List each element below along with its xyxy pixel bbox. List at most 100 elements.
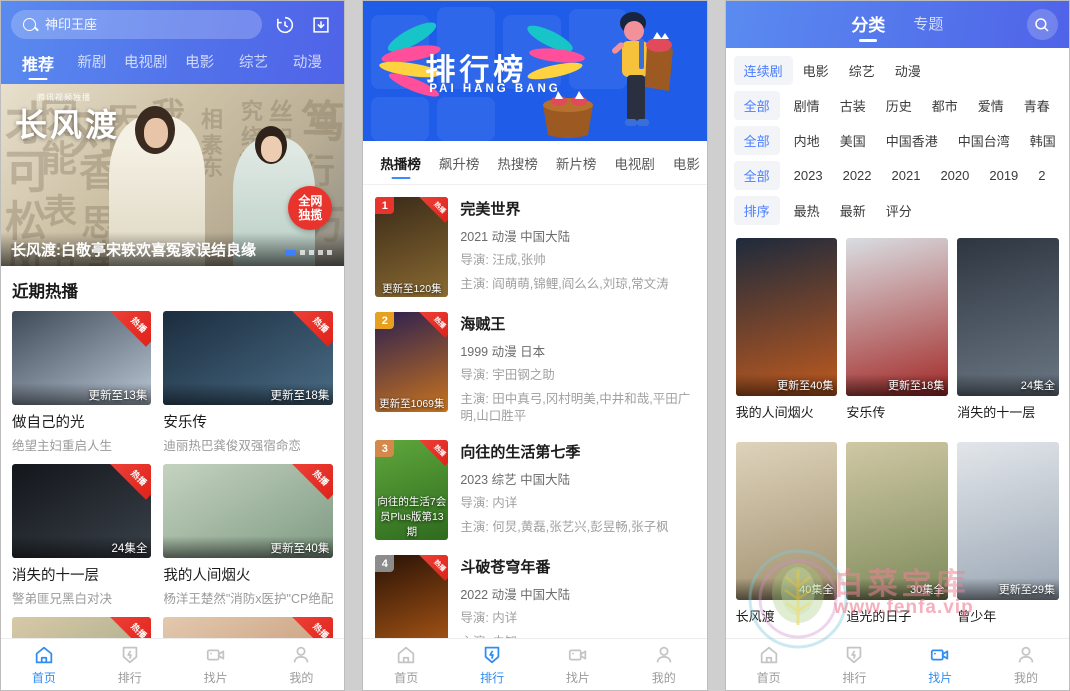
tabbar-item-首页[interactable]: 首页	[1, 644, 87, 686]
header-tab-分类[interactable]: 分类	[851, 11, 885, 39]
media-card[interactable]: 热播 更新至40集 我的人间烟火 杨洋王楚然"消防x医护"CP绝配	[163, 464, 334, 607]
tabbar-item-找片[interactable]: 找片	[173, 644, 259, 686]
filter-chip-2[interactable]: 2	[1028, 163, 1055, 188]
filter-chip-最新[interactable]: 最新	[830, 196, 876, 225]
ranking-list: 1 热播 更新至120集 完美世界 2021 动漫 中国大陆 导演: 汪成,张帅 主演: 阎…	[363, 185, 707, 638]
media-card[interactable]: 更新至29集 曾少年	[957, 442, 1059, 638]
filter-chip-美国[interactable]: 美国	[830, 126, 876, 155]
tabbar-item-排行[interactable]: 排行	[811, 644, 897, 686]
media-card[interactable]: 热播	[163, 617, 334, 638]
ranking-list-item[interactable]: 3 热播 向往的生活7会员Plus版第13期 向往的生活第七季 2023 综艺 中国大陆…	[363, 434, 706, 549]
carousel-dot[interactable]	[327, 250, 333, 255]
filter-chip-排序[interactable]: 排序	[733, 196, 780, 225]
filter-chip-2019[interactable]: 2019	[979, 163, 1028, 188]
ranking-tab-飙升榜[interactable]: 飙升榜	[430, 141, 489, 184]
ranking-poster[interactable]: 1 热播 更新至120集	[375, 197, 449, 297]
filter-chip-全部[interactable]: 全部	[733, 91, 780, 120]
search-bar[interactable]	[11, 10, 263, 39]
media-card-thumbnail[interactable]: 热播 更新至40集	[163, 464, 334, 558]
ranking-poster[interactable]: 2 热播 更新至1069集	[375, 312, 449, 412]
media-card[interactable]: 24集全 消失的十一层	[957, 238, 1059, 434]
filter-chip-古装[interactable]: 古装	[830, 91, 876, 120]
download-icon[interactable]	[308, 12, 334, 38]
tabbar-item-我的[interactable]: 我的	[621, 644, 707, 686]
media-card-thumbnail[interactable]: 更新至29集	[957, 442, 1059, 600]
carousel-dot[interactable]	[300, 250, 306, 255]
search-button[interactable]	[1026, 9, 1058, 40]
media-card[interactable]: 更新至40集 我的人间烟火	[735, 238, 838, 434]
filter-chip-都市[interactable]: 都市	[922, 91, 968, 120]
media-card-thumbnail[interactable]: 热播 更新至13集	[12, 311, 152, 405]
ranking-list-item[interactable]: 2 热播 更新至1069集 海贼王 1999 动漫 日本 导演: 宇田钢之助 主演: 田中真…	[363, 306, 706, 434]
filter-chip-爱情[interactable]: 爱情	[968, 91, 1014, 120]
filter-chip-全部[interactable]: 全部	[733, 161, 780, 190]
tabbar-item-找片[interactable]: 找片	[535, 644, 621, 686]
media-card-thumbnail[interactable]: 更新至18集	[846, 238, 949, 396]
media-card-thumbnail[interactable]: 更新至40集	[735, 238, 838, 396]
tab-电视剧[interactable]: 电视剧	[119, 46, 173, 84]
tabbar-item-排行[interactable]: 排行	[87, 644, 173, 686]
tabbar-item-我的[interactable]: 我的	[983, 644, 1069, 686]
filter-chip-2022[interactable]: 2022	[833, 163, 882, 188]
tabbar-item-找片[interactable]: 找片	[897, 644, 983, 686]
ranking-tab-电视剧[interactable]: 电视剧	[605, 141, 664, 184]
ranking-tab-新片榜[interactable]: 新片榜	[547, 141, 606, 184]
tab-新剧[interactable]: 新剧	[65, 46, 119, 84]
media-card[interactable]: 更新至18集 安乐传	[846, 238, 949, 434]
tab-推荐[interactable]: 推荐	[11, 46, 65, 84]
media-card-thumbnail[interactable]: 热播 更新至18集	[163, 311, 334, 405]
history-icon[interactable]	[272, 12, 298, 38]
media-card-thumbnail[interactable]: 24集全	[957, 238, 1059, 396]
filter-chip-评分[interactable]: 评分	[876, 196, 922, 225]
media-card[interactable]: 热播 更新至18集 安乐传 迪丽热巴龚俊双强宿命恋	[163, 311, 334, 454]
ranking-tab-电影[interactable]: 电影	[664, 141, 707, 184]
filter-chip-青春[interactable]: 青春	[1014, 91, 1060, 120]
filter-chip-韩国[interactable]: 韩国	[1020, 126, 1066, 155]
filter-chip-动漫[interactable]: 动漫	[885, 56, 931, 85]
filter-chip-剧情[interactable]: 剧情	[784, 91, 830, 120]
ranking-tab-热搜榜[interactable]: 热搜榜	[488, 141, 547, 184]
filter-chip-连续剧[interactable]: 连续剧	[733, 56, 793, 85]
tabbar-item-首页[interactable]: 首页	[726, 644, 812, 686]
carousel-dot[interactable]	[285, 250, 297, 255]
ranking-poster[interactable]: 3 热播 向往的生活7会员Plus版第13期	[375, 440, 449, 540]
ranking-poster[interactable]: 4热播更新至53集	[375, 555, 449, 638]
tab-综艺[interactable]: 综艺	[227, 46, 281, 84]
search-input[interactable]	[45, 17, 251, 32]
media-card[interactable]: 40集全 长风渡	[735, 442, 838, 638]
tabbar-item-我的[interactable]: 我的	[258, 644, 344, 686]
media-card-thumbnail[interactable]: 40集全	[735, 442, 838, 600]
carousel-dots[interactable]	[285, 250, 333, 255]
filter-chip-中国香港[interactable]: 中国香港	[876, 126, 948, 155]
media-card-thumbnail[interactable]: 热播 24集全	[12, 464, 152, 558]
media-card[interactable]: 热播 更新至13集 做自己的光 绝望主妇重启人生	[12, 311, 152, 454]
media-card-thumbnail[interactable]: 热播	[163, 617, 334, 638]
ranking-list-item[interactable]: 1 热播 更新至120集 完美世界 2021 动漫 中国大陆 导演: 汪成,张帅 主演: 阎…	[363, 191, 706, 306]
ranking-tab-热播榜[interactable]: 热播榜	[371, 141, 430, 184]
hero-banner[interactable]: 才冈对天我笃可能香一相究丝松表思读素绕起风书幸来东加云行万里 腾讯视频独播 长风…	[1, 84, 345, 266]
filter-chip-2020[interactable]: 2020	[930, 163, 979, 188]
filter-chip-2023[interactable]: 2023	[784, 163, 833, 188]
media-card-thumbnail[interactable]: 30集全	[846, 442, 949, 600]
filter-chip-历史[interactable]: 历史	[876, 91, 922, 120]
tab-电影[interactable]: 电影	[173, 46, 227, 84]
filter-chip-全部[interactable]: 全部	[733, 126, 780, 155]
filter-chip-内地[interactable]: 内地	[784, 126, 830, 155]
media-card[interactable]: 热播 24集全 消失的十一层 警弟匪兄黑白对决	[12, 464, 152, 607]
filter-chip-中国台湾[interactable]: 中国台湾	[948, 126, 1020, 155]
media-card[interactable]: 30集全 追光的日子	[846, 442, 949, 638]
media-card-thumbnail[interactable]: 热播	[12, 617, 152, 638]
exclusive-badge: 全网 独揽	[288, 186, 333, 230]
filter-chip-最热[interactable]: 最热	[784, 196, 830, 225]
filter-chip-电影[interactable]: 电影	[793, 56, 839, 85]
tabbar-item-排行[interactable]: 排行	[449, 644, 535, 686]
filter-chip-2021[interactable]: 2021	[882, 163, 931, 188]
media-card[interactable]: 热播	[12, 617, 152, 638]
tab-动漫[interactable]: 动漫	[280, 46, 334, 84]
ranking-list-item[interactable]: 4热播更新至53集斗破苍穹年番2022 动漫 中国大陆导演: 内详主演: 未知	[363, 549, 706, 638]
header-tab-专题[interactable]: 专题	[913, 13, 943, 37]
tabbar-item-首页[interactable]: 首页	[363, 644, 449, 686]
carousel-dot[interactable]	[318, 250, 324, 255]
carousel-dot[interactable]	[309, 250, 315, 255]
filter-chip-综艺[interactable]: 综艺	[839, 56, 885, 85]
